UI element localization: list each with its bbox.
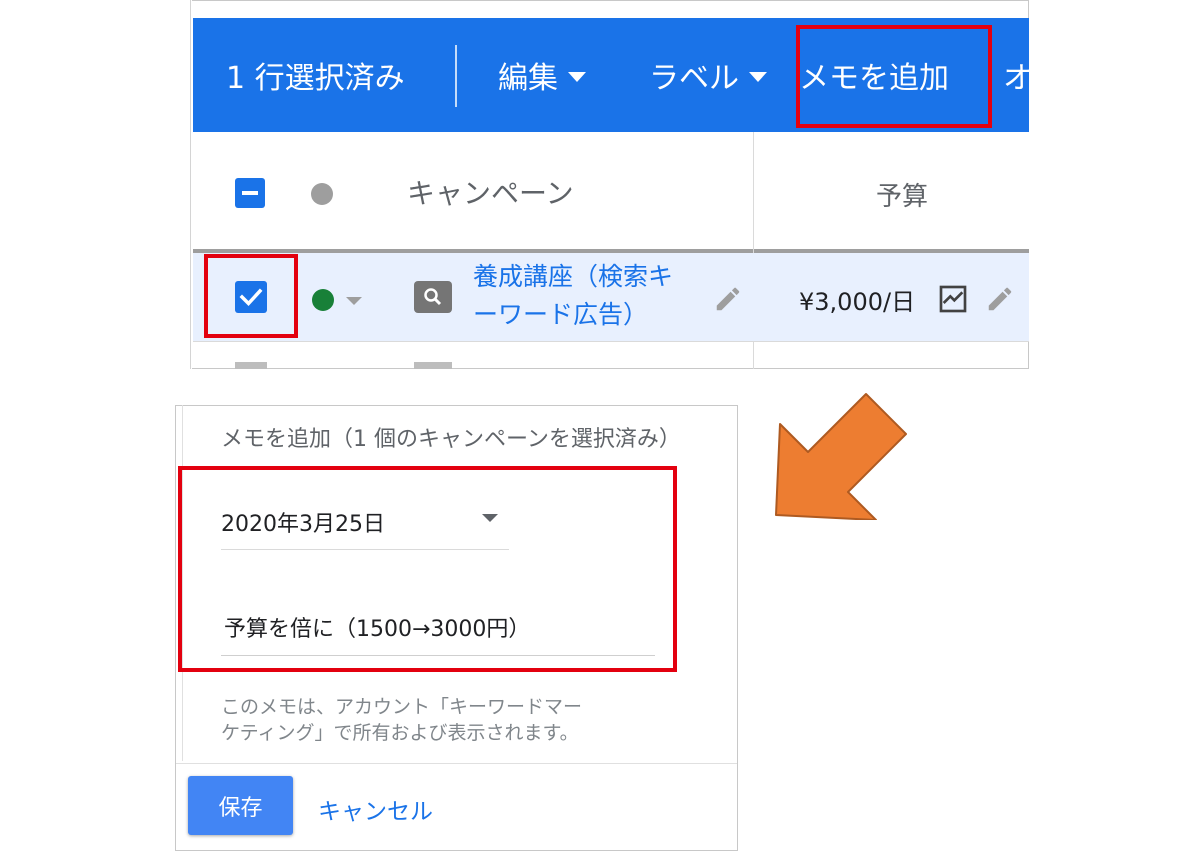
status-active-dot-icon (312, 289, 334, 311)
status-header-dot-icon (311, 183, 333, 205)
campaign-column-header[interactable]: キャンペーン (407, 172, 574, 212)
search-campaign-type-icon (414, 281, 452, 313)
info-line2: ケティング」で所有および表示されます。 (221, 722, 579, 744)
edit-menu-label: 編集 (498, 61, 558, 96)
budget-value: ¥3,000/日 (799, 288, 916, 316)
arrow-down-left-icon (775, 393, 907, 520)
add-memo-highlight-box (796, 25, 992, 128)
select-all-checkbox[interactable] (235, 178, 265, 208)
memo-form-highlight-box (178, 466, 677, 672)
info-line1: このメモは、アカウント「キーワードマー (221, 696, 583, 718)
status-dropdown-chevron-icon[interactable] (346, 297, 362, 305)
action-bar-divider (455, 45, 457, 107)
label-menu-label: ラベル (649, 61, 739, 96)
chevron-down-icon (568, 72, 586, 82)
dialog-title: メモを追加（1 個のキャンペーンを選択済み） (221, 427, 681, 452)
left-gutter-line (190, 0, 191, 369)
search-icon (424, 288, 442, 306)
cancel-button[interactable]: キャンセル (318, 792, 433, 826)
campaign-name-line2: ーワード広告） (473, 300, 649, 329)
row-checkbox-highlight-box (204, 254, 298, 338)
selected-count-text: 1 行選択済み (226, 61, 405, 96)
edit-menu-button[interactable]: 編集 (498, 18, 586, 132)
label-menu-button[interactable]: ラベル (649, 18, 767, 132)
row-divider (193, 341, 1029, 342)
chevron-down-icon (749, 72, 767, 82)
next-row-icon (414, 362, 452, 369)
budget-column-header[interactable]: 予算 (876, 176, 928, 213)
next-row-checkbox (235, 362, 267, 369)
save-button[interactable]: 保存 (188, 776, 293, 835)
edit-pencil-icon[interactable] (985, 284, 1015, 318)
memo-ownership-info: このメモは、アカウント「キーワードマー ケティング」で所有および表示されます。 (221, 694, 661, 746)
chart-icon[interactable] (937, 283, 969, 319)
campaign-name-line1: 養成講座（検索キ (473, 262, 674, 291)
more-actions-button[interactable]: オ (1003, 18, 1033, 132)
selection-action-bar: 1 行選択済み 編集 ラベル メモを追加 オ (193, 18, 1033, 132)
dialog-footer-divider (176, 763, 737, 764)
edit-pencil-icon[interactable] (713, 284, 743, 318)
campaign-name-link[interactable]: 養成講座（検索キ ーワード広告） (473, 258, 708, 334)
